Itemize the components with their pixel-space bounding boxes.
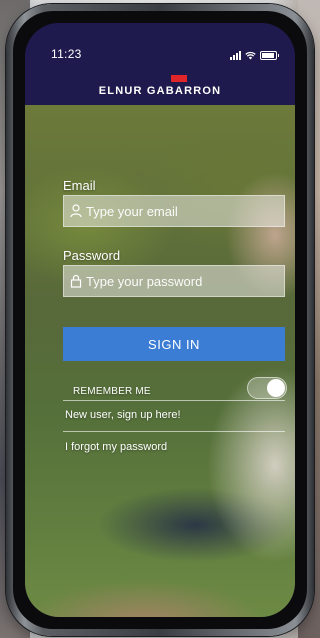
phone-screen: ELNUR GABARRON 11:23 Email Type your ema… [25,23,295,617]
password-label: Password [63,248,121,263]
user-icon [70,204,82,218]
remember-me-label: REMEMBER ME [73,386,151,397]
status-icons [230,50,279,60]
remember-me-toggle[interactable] [247,377,287,399]
brand-logo-mark [171,75,187,82]
status-time: 11:23 [51,47,82,61]
status-bar: 11:23 [25,23,295,61]
wifi-icon [245,51,256,60]
lock-icon [70,274,82,288]
signal-icon [230,51,241,60]
password-input[interactable] [82,267,276,295]
battery-icon [260,51,279,60]
toggle-knob [267,379,285,397]
email-field-box [63,195,285,227]
email-input[interactable] [82,197,276,225]
phone-frame: ELNUR GABARRON 11:23 Email Type your ema… [6,4,314,636]
sign-in-button[interactable]: SIGN IN [63,327,285,361]
email-label: Email [63,178,96,193]
divider [63,431,285,432]
brand-name: ELNUR GABARRON [98,85,222,97]
phone-bezel: ELNUR GABARRON 11:23 Email Type your ema… [13,11,307,629]
divider [63,400,285,401]
password-field-box [63,265,285,297]
forgot-password-link[interactable]: I forgot my password [65,441,167,453]
signup-link[interactable]: New user, sign up here! [65,409,181,421]
